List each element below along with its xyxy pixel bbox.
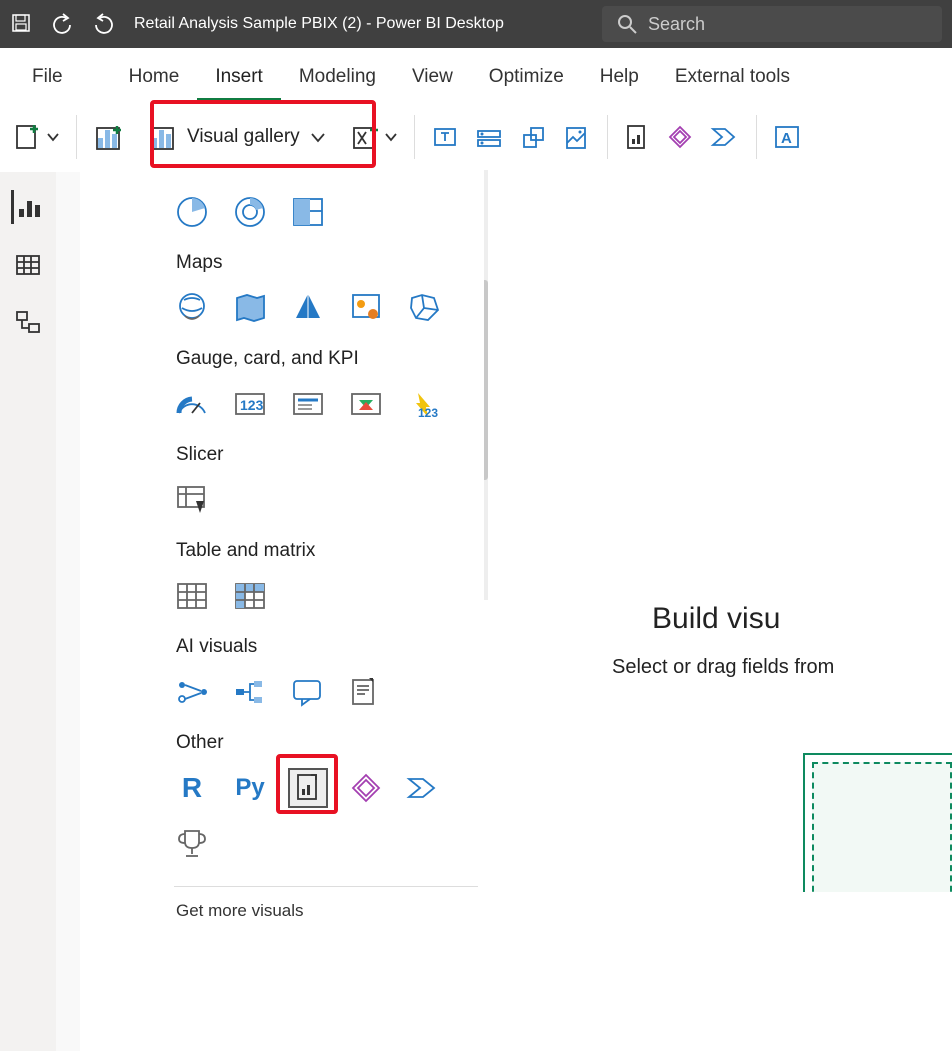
quick-access-toolbar bbox=[10, 12, 116, 37]
text-box-button[interactable] bbox=[425, 119, 465, 155]
menu-insert[interactable]: Insert bbox=[197, 48, 281, 102]
vg-section-table: Table and matrix bbox=[168, 528, 484, 568]
save-icon[interactable] bbox=[10, 12, 32, 37]
title-bar: Retail Analysis Sample PBIX (2) - Power … bbox=[0, 0, 952, 48]
menu-view[interactable]: View bbox=[394, 48, 471, 98]
build-visual-hint: Build visu Select or drag fields from bbox=[612, 602, 952, 679]
vg-section-other: Other bbox=[168, 720, 484, 760]
visual-gallery-button[interactable]: Visual gallery bbox=[133, 112, 340, 162]
new-kpi-icon[interactable]: 123 bbox=[404, 384, 444, 424]
ribbon-separator bbox=[414, 115, 415, 159]
get-more-visuals-link[interactable]: Get more visuals bbox=[168, 895, 484, 921]
buttons-button[interactable] bbox=[469, 119, 509, 155]
arcgis-map-icon[interactable] bbox=[346, 288, 386, 328]
menu-external-tools[interactable]: External tools bbox=[657, 48, 808, 98]
redo-icon[interactable] bbox=[92, 12, 116, 37]
narrative-icon[interactable] bbox=[346, 672, 386, 712]
python-visual-icon[interactable]: Py bbox=[230, 768, 270, 808]
chevron-down-icon bbox=[384, 130, 398, 144]
trophy-icon[interactable] bbox=[172, 824, 212, 864]
svg-text:123: 123 bbox=[240, 397, 264, 413]
multirow-card-icon[interactable] bbox=[288, 384, 328, 424]
ai-visual-button[interactable] bbox=[344, 118, 404, 156]
svg-text:A: A bbox=[781, 130, 792, 147]
power-apps-button[interactable] bbox=[660, 119, 700, 155]
report-view-button[interactable] bbox=[11, 190, 45, 224]
new-visual-button[interactable] bbox=[87, 118, 129, 156]
image-button[interactable] bbox=[557, 119, 597, 155]
vg-divider bbox=[174, 886, 478, 887]
search-icon bbox=[616, 13, 638, 35]
model-view-button[interactable] bbox=[11, 306, 45, 340]
ribbon-separator bbox=[76, 115, 77, 159]
gauge-icon[interactable] bbox=[172, 384, 212, 424]
menu-file[interactable]: File bbox=[14, 48, 81, 98]
new-page-button[interactable] bbox=[8, 118, 66, 156]
vg-section-slicer: Slicer bbox=[168, 432, 484, 472]
ribbon-insert: Visual gallery A bbox=[0, 102, 952, 172]
qa-visual-icon[interactable] bbox=[288, 672, 328, 712]
chevron-down-icon bbox=[46, 130, 60, 144]
search-placeholder: Search bbox=[648, 14, 705, 35]
azure-map-icon[interactable] bbox=[288, 288, 328, 328]
vg-section-gauge: Gauge, card, and KPI bbox=[168, 336, 484, 376]
view-switcher bbox=[0, 172, 56, 1051]
search-box[interactable]: Search bbox=[602, 6, 942, 42]
chevron-down-icon bbox=[310, 129, 326, 145]
paginated-visual-icon[interactable] bbox=[288, 768, 328, 808]
build-subtitle: Select or drag fields from bbox=[612, 656, 952, 679]
vg-section-maps: Maps bbox=[168, 240, 484, 280]
menu-home[interactable]: Home bbox=[111, 48, 198, 98]
paginated-report-button[interactable] bbox=[618, 119, 656, 155]
card-icon[interactable]: 123 bbox=[230, 384, 270, 424]
vg-section-ai: AI visuals bbox=[168, 624, 484, 664]
map-globe-icon[interactable] bbox=[172, 288, 212, 328]
ribbon-separator bbox=[756, 115, 757, 159]
shapes-button[interactable] bbox=[513, 119, 553, 155]
donut-chart-icon[interactable] bbox=[230, 192, 270, 232]
power-automate-button[interactable] bbox=[704, 119, 746, 155]
menu-bar: File Home Insert Modeling View Optimize … bbox=[0, 48, 952, 102]
r-visual-icon[interactable]: R bbox=[172, 768, 212, 808]
matrix-icon[interactable] bbox=[230, 576, 270, 616]
filled-map-icon[interactable] bbox=[230, 288, 270, 328]
menu-optimize[interactable]: Optimize bbox=[471, 48, 582, 98]
visual-gallery-panel: Maps Gauge, card, and KPI 123 123 Slicer… bbox=[168, 170, 484, 933]
table-icon[interactable] bbox=[172, 576, 212, 616]
visual-gallery-icon bbox=[147, 122, 177, 152]
data-view-button[interactable] bbox=[11, 248, 45, 282]
sparkline-button[interactable]: A bbox=[767, 119, 807, 155]
power-automate-visual-icon[interactable] bbox=[404, 768, 444, 808]
decomposition-tree-icon[interactable] bbox=[230, 672, 270, 712]
shape-map-icon[interactable] bbox=[404, 288, 444, 328]
menu-help[interactable]: Help bbox=[582, 48, 657, 98]
build-title: Build visu bbox=[612, 602, 952, 636]
slicer-icon[interactable] bbox=[172, 480, 212, 520]
ribbon-separator bbox=[607, 115, 608, 159]
treemap-icon[interactable] bbox=[288, 192, 328, 232]
svg-text:123: 123 bbox=[418, 406, 438, 419]
kpi-icon[interactable] bbox=[346, 384, 386, 424]
menu-modeling[interactable]: Modeling bbox=[281, 48, 394, 98]
visual-dropzone[interactable] bbox=[812, 762, 952, 902]
key-influencers-icon[interactable] bbox=[172, 672, 212, 712]
undo-icon[interactable] bbox=[50, 12, 74, 37]
window-title: Retail Analysis Sample PBIX (2) - Power … bbox=[134, 15, 602, 33]
pie-chart-icon[interactable] bbox=[172, 192, 212, 232]
visual-gallery-label: Visual gallery bbox=[187, 126, 300, 148]
power-apps-visual-icon[interactable] bbox=[346, 768, 386, 808]
